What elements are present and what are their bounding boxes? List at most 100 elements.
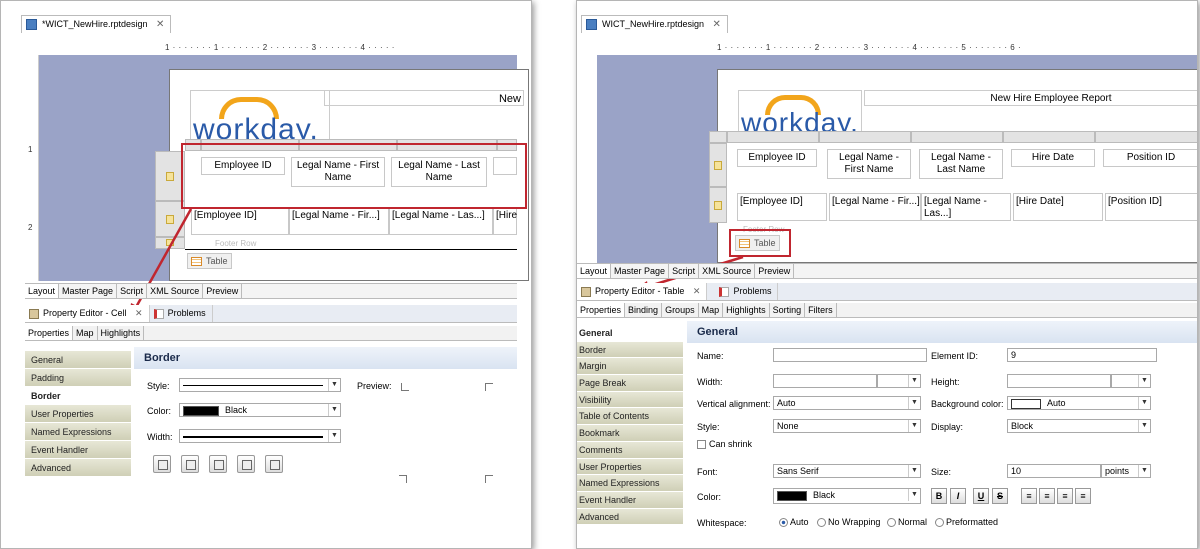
- chevron-down-icon[interactable]: ▼: [1138, 420, 1150, 432]
- whitespace-normal-radio[interactable]: Normal: [887, 517, 927, 528]
- bold-button[interactable]: B: [931, 488, 947, 504]
- element-id-input[interactable]: 9: [1007, 348, 1157, 362]
- subtab-properties[interactable]: Properties: [577, 303, 626, 317]
- width-input[interactable]: [773, 374, 877, 388]
- category-comments[interactable]: Comments: [577, 441, 683, 459]
- align-center-button[interactable]: ≡: [1039, 488, 1055, 504]
- category-event-handler[interactable]: Event Handler: [25, 441, 131, 459]
- width-unit-select[interactable]: ▼: [877, 374, 921, 388]
- subtab-highlights[interactable]: Highlights: [723, 303, 770, 317]
- border-width-select[interactable]: ▼: [179, 429, 341, 443]
- border-style-select[interactable]: ▼: [179, 378, 341, 392]
- align-right-button[interactable]: ≡: [1057, 488, 1073, 504]
- chevron-down-icon[interactable]: ▼: [1138, 375, 1150, 387]
- border-bottom-button[interactable]: [181, 455, 199, 473]
- subtab-map[interactable]: Map: [73, 326, 98, 340]
- subtab-sorting[interactable]: Sorting: [770, 303, 806, 317]
- tab-xml-source[interactable]: XML Source: [699, 264, 756, 278]
- category-advanced[interactable]: Advanced: [25, 459, 131, 477]
- size-input[interactable]: 10: [1007, 464, 1101, 478]
- close-icon[interactable]: ✕: [693, 286, 701, 296]
- subtab-properties[interactable]: Properties: [25, 326, 74, 340]
- chevron-down-icon[interactable]: ▼: [908, 465, 920, 477]
- radio-icon[interactable]: [887, 518, 896, 528]
- close-icon[interactable]: ✕: [135, 308, 143, 318]
- align-left-button[interactable]: ≡: [1021, 488, 1037, 504]
- tab-preview[interactable]: Preview: [755, 264, 795, 278]
- subtab-highlights[interactable]: Highlights: [98, 326, 145, 340]
- subtab-filters[interactable]: Filters: [805, 303, 837, 317]
- size-unit-select[interactable]: points ▼: [1101, 464, 1151, 478]
- category-named-expressions[interactable]: Named Expressions: [25, 423, 131, 441]
- tab-property-editor[interactable]: Property Editor - Table ✕: [577, 283, 708, 300]
- left-screenshot-panel: *WICT_NewHire.rptdesign ✕ 1 · · · · · · …: [0, 0, 532, 549]
- can-shrink-checkbox[interactable]: Can shrink: [697, 439, 752, 450]
- chevron-down-icon[interactable]: ▼: [908, 489, 920, 501]
- tab-script[interactable]: Script: [669, 264, 700, 278]
- chevron-down-icon[interactable]: ▼: [328, 404, 340, 416]
- subtab-groups[interactable]: Groups: [662, 303, 699, 317]
- category-user-properties[interactable]: User Properties: [25, 405, 131, 423]
- chevron-down-icon[interactable]: ▼: [328, 430, 340, 442]
- subtab-map[interactable]: Map: [699, 303, 724, 317]
- tab-master-page[interactable]: Master Page: [611, 264, 670, 278]
- tab-xml-source[interactable]: XML Source: [147, 284, 204, 298]
- category-border[interactable]: Border: [577, 341, 683, 359]
- chevron-down-icon[interactable]: ▼: [1138, 465, 1150, 477]
- whitespace-preformatted-radio[interactable]: Preformatted: [935, 517, 998, 528]
- whitespace-auto-radio[interactable]: Auto: [779, 517, 809, 528]
- category-user-properties[interactable]: User Properties: [577, 458, 683, 476]
- border-color-select[interactable]: Black ▼: [179, 403, 341, 417]
- chevron-down-icon[interactable]: ▼: [328, 379, 340, 391]
- color-select[interactable]: Black ▼: [773, 488, 921, 504]
- style-select[interactable]: None ▼: [773, 419, 921, 433]
- tab-property-editor[interactable]: Property Editor - Cell ✕: [25, 305, 150, 322]
- strikethrough-button[interactable]: S: [992, 488, 1008, 504]
- tab-problems[interactable]: Problems: [715, 283, 779, 300]
- tab-preview[interactable]: Preview: [203, 284, 243, 298]
- underline-button[interactable]: U: [973, 488, 989, 504]
- tab-script[interactable]: Script: [117, 284, 148, 298]
- border-top-button[interactable]: [153, 455, 171, 473]
- category-margin[interactable]: Margin: [577, 358, 683, 376]
- category-table-of-contents[interactable]: Table of Contents: [577, 408, 683, 426]
- category-bookmark[interactable]: Bookmark: [577, 425, 683, 442]
- justify-button[interactable]: ≡: [1075, 488, 1091, 504]
- border-left-button[interactable]: [209, 455, 227, 473]
- color-value: Black: [225, 405, 248, 415]
- chevron-down-icon[interactable]: ▼: [908, 420, 920, 432]
- checkbox-icon[interactable]: [697, 440, 706, 450]
- category-visibility[interactable]: Visibility: [577, 391, 683, 409]
- category-named-expressions[interactable]: Named Expressions: [577, 475, 683, 492]
- category-advanced[interactable]: Advanced: [577, 508, 683, 526]
- vertical-alignment-select[interactable]: Auto ▼: [773, 396, 921, 410]
- radio-icon[interactable]: [817, 518, 826, 528]
- name-input[interactable]: [773, 348, 927, 362]
- category-padding[interactable]: Padding: [25, 369, 131, 387]
- tab-problems[interactable]: Problems: [150, 305, 213, 322]
- chevron-down-icon[interactable]: ▼: [908, 375, 920, 387]
- radio-icon[interactable]: [779, 518, 788, 528]
- display-select[interactable]: Block ▼: [1007, 419, 1151, 433]
- category-general[interactable]: General: [577, 325, 683, 342]
- tab-layout[interactable]: Layout: [25, 284, 60, 298]
- category-general[interactable]: General: [25, 351, 131, 369]
- category-page-break[interactable]: Page Break: [577, 375, 683, 392]
- whitespace-nowrap-radio[interactable]: No Wrapping: [817, 517, 880, 528]
- display-label: Display:: [931, 422, 964, 432]
- height-unit-select[interactable]: ▼: [1111, 374, 1151, 388]
- height-input[interactable]: [1007, 374, 1111, 388]
- tab-master-page[interactable]: Master Page: [59, 284, 118, 298]
- chevron-down-icon[interactable]: ▼: [908, 397, 920, 409]
- subtab-binding[interactable]: Binding: [625, 303, 663, 317]
- tab-layout[interactable]: Layout: [577, 264, 612, 278]
- border-right-button[interactable]: [237, 455, 255, 473]
- border-all-button[interactable]: [265, 455, 283, 473]
- italic-button[interactable]: I: [950, 488, 966, 504]
- category-border[interactable]: Border: [25, 387, 131, 405]
- background-color-select[interactable]: Auto ▼: [1007, 396, 1151, 410]
- font-select[interactable]: Sans Serif ▼: [773, 464, 921, 478]
- chevron-down-icon[interactable]: ▼: [1138, 397, 1150, 409]
- radio-icon[interactable]: [935, 518, 944, 528]
- category-event-handler[interactable]: Event Handler: [577, 491, 683, 509]
